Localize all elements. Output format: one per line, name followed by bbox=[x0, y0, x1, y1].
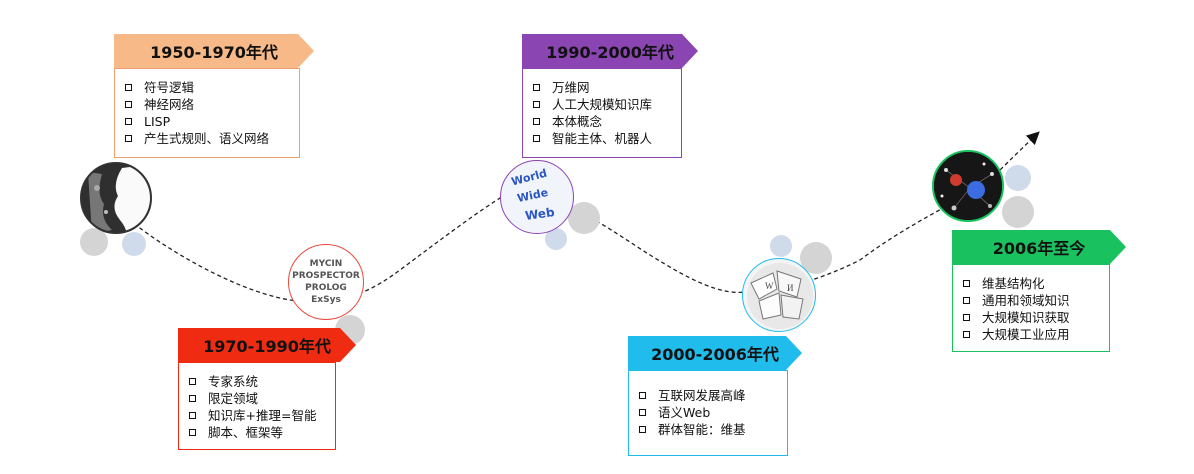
list-item: 互联网发展高峰 bbox=[639, 387, 787, 404]
expert-system-label: ExSys bbox=[311, 295, 341, 305]
list-item: 本体概念 bbox=[533, 113, 681, 130]
www-word: Wide bbox=[515, 185, 550, 206]
list-item: 通用和领域知识 bbox=[963, 292, 1109, 309]
list-item: 符号逻辑 bbox=[125, 79, 299, 96]
list-item: 智能主体、机器人 bbox=[533, 130, 681, 147]
list-item: 神经网络 bbox=[125, 96, 299, 113]
list-item: 大规模工业应用 bbox=[963, 326, 1109, 343]
list-item: LISP bbox=[125, 113, 299, 130]
list-item: 大规模知识获取 bbox=[963, 309, 1109, 326]
list-item: 产生式规则、语义网络 bbox=[125, 130, 299, 147]
era-2000-2006-box: 互联网发展高峰 语义Web 群体智能：维基 bbox=[628, 370, 788, 456]
decor-dot bbox=[568, 202, 600, 234]
era-1990-2000-header: 1990-2000年代 bbox=[522, 34, 698, 68]
decor-dot bbox=[1002, 196, 1034, 228]
list-item: 专家系统 bbox=[189, 373, 335, 390]
expert-system-label: PROSPECTOR bbox=[292, 271, 360, 281]
wikipedia-globe-image: W И bbox=[742, 258, 816, 332]
era-2000-2006-header: 2000-2006年代 bbox=[628, 336, 802, 370]
world-wide-web-circle: World Wide Web bbox=[500, 160, 574, 234]
wikipedia-globe-icon: W И bbox=[747, 263, 813, 329]
list-item: 人工大规模知识库 bbox=[533, 96, 681, 113]
era-2006-present-box: 维基结构化 通用和领域知识 大规模知识获取 大规模工业应用 bbox=[952, 264, 1110, 352]
decor-dot bbox=[1005, 165, 1031, 191]
www-word: World bbox=[509, 166, 549, 189]
era-1970-1990-box: 专家系统 限定领域 知识库+推理=智能 脚本、框架等 bbox=[178, 362, 336, 450]
list-item: 语义Web bbox=[639, 404, 787, 421]
decor-dot bbox=[122, 232, 146, 256]
ai-face-image bbox=[80, 162, 152, 234]
era-2006-present-header: 2006年至今 bbox=[952, 230, 1126, 264]
expert-system-label: PROLOG bbox=[305, 283, 347, 293]
knowledge-graph-image bbox=[932, 150, 1004, 222]
list-item: 群体智能：维基 bbox=[639, 421, 787, 438]
era-1950-1970-box: 符号逻辑 神经网络 LISP 产生式规则、语义网络 bbox=[114, 68, 300, 158]
list-item: 维基结构化 bbox=[963, 275, 1109, 292]
decor-dot bbox=[770, 235, 792, 257]
era-1970-1990-header: 1970-1990年代 bbox=[178, 328, 356, 362]
list-item: 脚本、框架等 bbox=[189, 424, 335, 441]
list-item: 限定领域 bbox=[189, 390, 335, 407]
expert-system-label: MYCIN bbox=[309, 259, 343, 269]
expert-systems-circle: MYCIN PROSPECTOR PROLOG ExSys bbox=[288, 244, 364, 320]
era-1990-2000-box: 万维网 人工大规模知识库 本体概念 智能主体、机器人 bbox=[522, 68, 682, 158]
svg-text:W: W bbox=[765, 281, 774, 291]
era-1950-1970-header: 1950-1970年代 bbox=[114, 34, 314, 68]
list-item: 知识库+推理=智能 bbox=[189, 407, 335, 424]
list-item: 万维网 bbox=[533, 79, 681, 96]
svg-text:И: И bbox=[787, 283, 794, 293]
www-word: Web bbox=[524, 205, 556, 223]
